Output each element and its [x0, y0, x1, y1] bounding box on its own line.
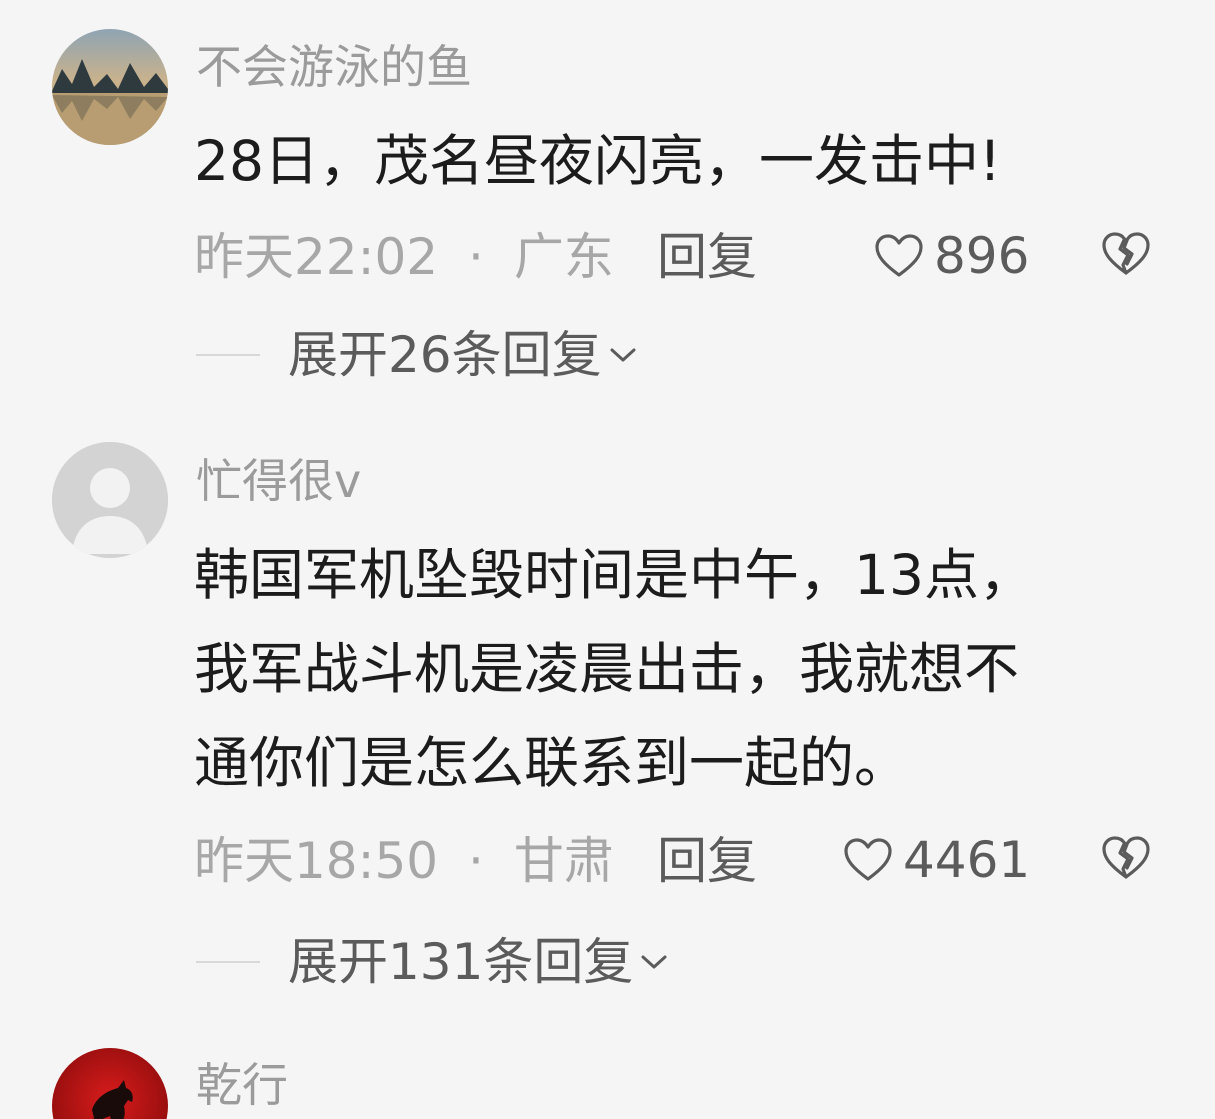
avatar[interactable] [52, 442, 168, 558]
meta-separator: · [468, 228, 484, 286]
comment-text-line: 通你们是怎么联系到一起的。 [194, 731, 910, 795]
avatar[interactable] [52, 1048, 168, 1119]
broken-heart-icon [1102, 836, 1150, 879]
chevron-down-icon [641, 955, 667, 969]
red-horse-avatar-image [52, 1048, 168, 1119]
username[interactable]: 不会游泳的鱼 [196, 44, 472, 90]
comment-text-line: 我军战斗机是凌晨出击，我就想不 [194, 637, 1020, 701]
meta-separator: · [468, 832, 484, 890]
comment-time: 昨天22:02 [194, 228, 439, 286]
like-button[interactable]: 4461 [843, 835, 1030, 885]
comment-list: 不会游泳的鱼 28日，茂名昼夜闪亮，一发击中! 昨天22:02 · 广东 回复 … [0, 0, 1215, 1119]
like-count: 896 [934, 227, 1030, 285]
username[interactable]: 乾行 [196, 1062, 288, 1108]
expand-replies-button[interactable]: 展开131条回复 [196, 937, 669, 987]
dislike-button[interactable] [1100, 230, 1152, 278]
expand-divider [196, 961, 260, 963]
comment-text-line: 28日，茂名昼夜闪亮，一发击中! [194, 129, 1002, 193]
comment-location: 甘肃 [513, 832, 614, 890]
expand-replies-label: 展开131条回复 [288, 933, 634, 991]
comment-meta: 昨天18:50 · 甘肃 [194, 836, 614, 886]
username[interactable]: 忙得很v [196, 458, 361, 504]
heart-outline-icon [844, 838, 892, 881]
expand-replies-label: 展开26条回复 [288, 326, 602, 384]
landscape-avatar-image [52, 29, 168, 145]
comment-text: 韩国军机坠毁时间是中午，13点， 我军战斗机是凌晨出击，我就想不 通你们是怎么联… [194, 528, 1184, 810]
like-button[interactable]: 896 [874, 231, 1029, 281]
expand-divider [196, 354, 260, 356]
chevron-down-icon [610, 348, 636, 362]
dislike-button[interactable] [1100, 834, 1152, 882]
avatar[interactable] [52, 29, 168, 145]
comment-time: 昨天18:50 [194, 832, 439, 890]
like-count: 4461 [903, 831, 1031, 889]
broken-heart-icon [1102, 232, 1150, 275]
comment-text: 28日，茂名昼夜闪亮，一发击中! [194, 114, 1184, 208]
comment-text-line: 韩国军机坠毁时间是中午，13点， [194, 543, 1034, 607]
expand-replies-button[interactable]: 展开26条回复 [196, 330, 638, 380]
comment-meta: 昨天22:02 · 广东 [194, 232, 614, 282]
comment-location: 广东 [513, 228, 614, 286]
default-person-icon [52, 442, 168, 558]
reply-button[interactable]: 回复 [657, 232, 757, 282]
heart-outline-icon [875, 234, 923, 277]
reply-button[interactable]: 回复 [657, 836, 757, 886]
